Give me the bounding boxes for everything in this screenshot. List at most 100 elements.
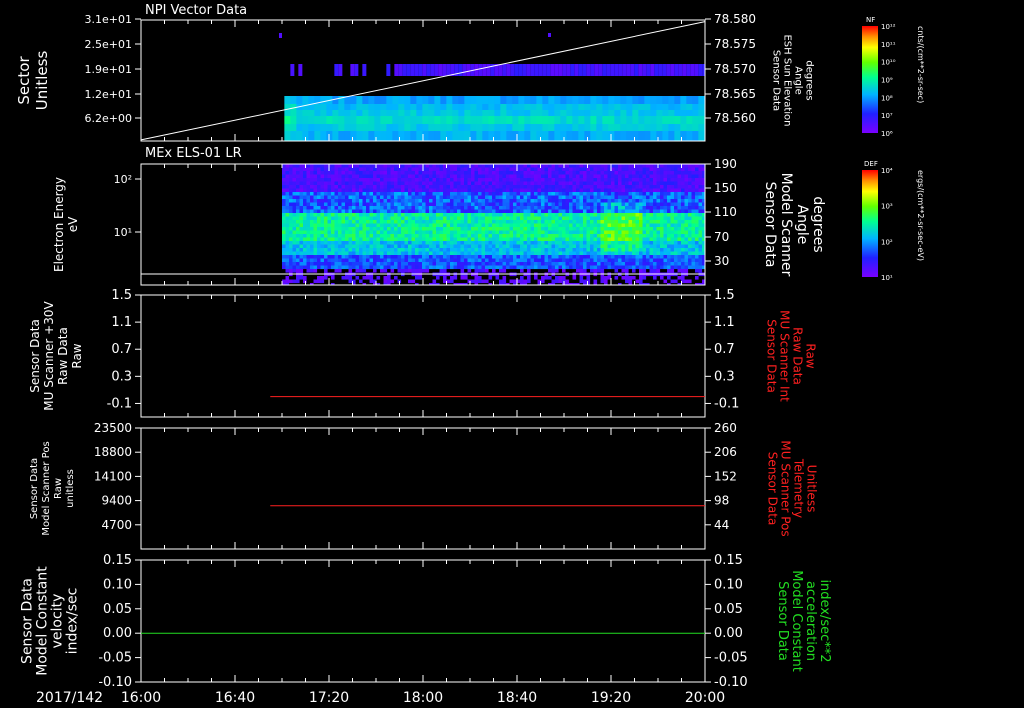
time-tick-label: 16:40 (215, 690, 255, 706)
panel5-ytick-label: 0.15 (103, 553, 132, 568)
nf-colorbar-unit: cnts/(cm**2-sr-sec) (916, 26, 925, 103)
panel4-y2label-line: Unitless (805, 465, 819, 513)
colorbar-tick-label: 10¹¹ (881, 41, 896, 49)
time-tick-label: 16:00 (121, 690, 161, 706)
panel3-y2label-line: Raw Data (791, 327, 805, 385)
def-colorbar (862, 170, 878, 277)
panel2-y2label-line: Model Scanner (778, 173, 794, 277)
colorbar-tick-label: 10⁷ (881, 112, 893, 120)
panel2-ytick-label: 10² (114, 173, 132, 186)
colorbar-tick-label: 10⁸ (881, 94, 893, 102)
panel5-y2label-line: Sensor Data (775, 581, 790, 661)
panel1-ytick-label: 2.5e+01 (85, 38, 132, 51)
panel1-y2label-line: Angle (793, 66, 804, 94)
panel1-y2tick-label: 78.575 (714, 37, 756, 51)
panel4-y2tick-label: 44 (714, 518, 729, 532)
panel3-y2label-line: Sensor Data (765, 319, 779, 393)
panel4-y2tick-label: 206 (714, 445, 737, 459)
colorbar-tick-label: 10¹² (881, 23, 896, 31)
def-colorbar-unit: ergs/(cm**2-sr-sec-eV) (916, 170, 925, 261)
panel5-y2tick-label: 0.00 (714, 626, 743, 641)
panel2-y2tick-label: 110 (714, 205, 737, 219)
panel3-ytick-label: 0.7 (111, 342, 132, 357)
panel4-ytick-label: 14100 (94, 469, 132, 483)
panel3-ylabel-line: MU Scanner +30V (42, 301, 56, 411)
panel5-y2tick-label: 0.10 (714, 577, 743, 592)
panel1-y2tick-label: 78.565 (714, 87, 756, 101)
panel2-y2label-line: Angle (794, 205, 810, 245)
panel1-ylabel-line: Unitless (33, 51, 51, 111)
panel3-y2tick-label: -0.1 (714, 396, 739, 411)
panel4-y2label-line: Telemetry (792, 458, 806, 518)
panel3-y2tick-label: 0.3 (714, 369, 735, 384)
panel4-ylabel-line: Sensor Data (29, 458, 40, 519)
time-tick-label: 17:20 (309, 690, 349, 706)
panel5-ytick-label: -0.10 (98, 675, 132, 690)
colorbar-tick-label: 10⁹ (881, 77, 893, 85)
panel4-ylabel-line: Raw (53, 478, 64, 499)
nf-colorbar-title: NF (866, 16, 875, 24)
colorbar-tick-label: 10⁴ (881, 167, 893, 175)
time-tick-label: 18:40 (497, 690, 537, 706)
panel5-y2tick-label: 0.05 (714, 602, 743, 617)
panel4-y2tick-label: 152 (714, 469, 737, 483)
panel4-y2tick-label: 98 (714, 494, 729, 508)
panel3-y2tick-label: 1.1 (714, 315, 735, 330)
panel4-y2label-line: Sensor Data (766, 452, 780, 526)
panel2-y2tick-label: 70 (714, 230, 729, 244)
panel2-ylabel-line: eV (66, 216, 80, 232)
panel3-ylabel-line: Raw (70, 343, 84, 368)
plot-canvas: 16:00 16:40 17:20 18:00 18:40 19:20 20:00 3.1e+… (15, 3, 925, 706)
panel5-y2tick-label: -0.05 (714, 651, 748, 666)
panel2-y2tick-label: 150 (714, 181, 737, 195)
panel5-ylabel-line: Model Constant (35, 566, 51, 676)
els-energy-spectrogram (282, 164, 705, 285)
panel4-frame (140, 427, 706, 550)
panel5-y2label-line: index/sec**2 (817, 579, 832, 662)
panel3-ytick-label: -0.1 (107, 396, 132, 411)
panel2-y2label-line: Sensor Data (762, 182, 778, 268)
time-tick-label: 18:00 (403, 690, 443, 706)
panel5-ylabel-line: Sensor Data (20, 578, 36, 664)
colorbar-tick-label: 10¹ (881, 274, 893, 282)
panel2-y2tick-label: 30 (714, 254, 729, 268)
panel3-y2tick-label: 0.7 (714, 342, 735, 357)
def-colorbar-title: DEF (864, 160, 878, 168)
nf-colorbar (862, 26, 878, 133)
panel5-ytick-label: 0.00 (103, 626, 132, 641)
panel1-y2label-line: Sensor Data (771, 50, 782, 111)
panel5-frame (140, 559, 706, 683)
time-tick-label: 20:00 (685, 690, 725, 706)
panel5-y2label-line: acceleration (803, 581, 818, 661)
panel3-y2tick-label: 1.5 (714, 288, 735, 303)
panel1-ytick-label: 1.2e+01 (85, 88, 132, 101)
panel3-y2label-line: Raw (804, 343, 818, 368)
panel3-ytick-label: 1.1 (111, 315, 132, 330)
panel5-ylabel-line: velocity (50, 594, 66, 649)
panel1-ytick-label: 6.2e+00 (85, 112, 132, 125)
panel3-y2label-line: MU Scanner Int (778, 310, 792, 402)
colorbar-group: NF cnts/(cm**2-sr-sec) DEF ergs/(cm**2-s… (862, 16, 925, 282)
panel3-ytick-label: 0.3 (111, 369, 132, 384)
panel1-ylabel-line: Sector (15, 56, 33, 105)
panel4-ylabel-line: Model Scanner Pos (41, 441, 52, 535)
panel2-title: MEx ELS-01 LR (145, 146, 242, 161)
panel4-ytick-label: 9400 (101, 494, 132, 508)
panel1-y2label-line: degrees (804, 60, 815, 100)
panel1-y2tick-label: 78.580 (714, 12, 756, 26)
panel5-y2tick-label: -0.10 (714, 675, 748, 690)
panel4-ytick-label: 4700 (101, 518, 132, 532)
panel1-ytick-label: 3.1e+01 (85, 13, 132, 26)
colorbar-tick-label: 10¹⁰ (881, 59, 896, 67)
panel4-y2tick-label: 260 (714, 421, 737, 435)
panel4-ylabel-line: unitless (65, 469, 76, 508)
panel5-y2label-line: Model Constant (789, 570, 804, 672)
panel1-ytick-label: 1.9e+01 (85, 63, 132, 76)
panel5-ytick-label: 0.10 (103, 577, 132, 592)
panel5-ytick-label: 0.05 (103, 602, 132, 617)
panel3-ytick-label: 1.5 (111, 288, 132, 303)
colorbar-tick-label: 10⁶ (881, 130, 893, 138)
panel4-ytick-label: 18800 (94, 445, 132, 459)
panel2-ytick-label: 10¹ (114, 226, 132, 239)
time-tick-label: 19:20 (591, 690, 631, 706)
